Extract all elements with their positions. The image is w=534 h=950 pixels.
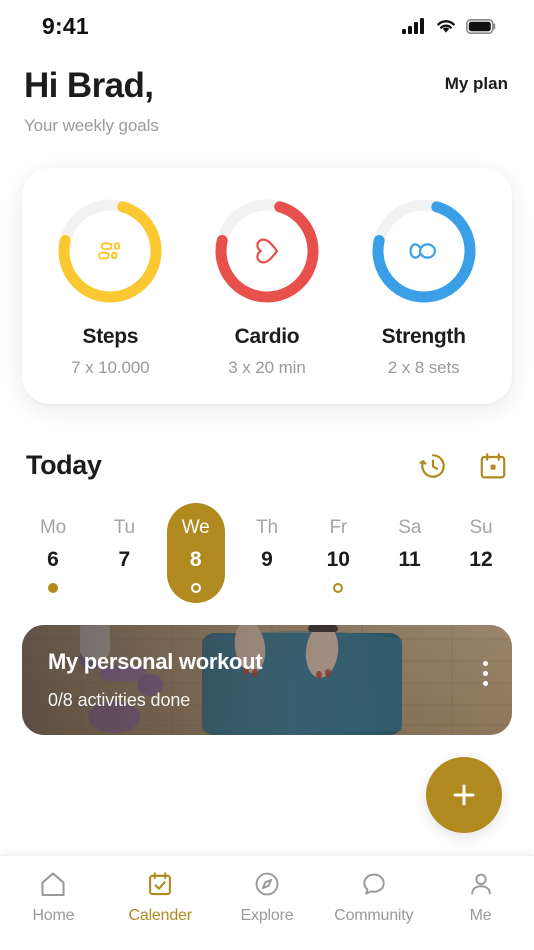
status-icons (402, 18, 496, 34)
goal-steps[interactable]: Steps 7 x 10.000 (35, 194, 185, 378)
footprints-icon (53, 194, 167, 308)
nav-item-me[interactable]: Me (431, 870, 531, 925)
goal-cardio[interactable]: Cardio 3 x 20 min (192, 194, 342, 378)
day-name: Su (469, 517, 493, 538)
day-name: Tu (113, 517, 135, 538)
history-icon[interactable] (418, 451, 448, 481)
day-cell-su[interactable]: Su 12 (452, 503, 510, 603)
nav-label: Me (469, 907, 492, 924)
nav-label: Home (32, 907, 75, 924)
calendar-icon[interactable] (478, 451, 508, 481)
day-number: 8 (189, 548, 202, 571)
day-marker-dot (476, 583, 486, 593)
kettlebell-icon (367, 194, 481, 308)
workout-title: My personal workout (48, 649, 263, 674)
day-cell-mo[interactable]: Mo 6 (24, 503, 82, 603)
person-icon (470, 873, 491, 895)
day-name: Th (256, 517, 278, 538)
goal-title: Cardio (234, 325, 300, 348)
goal-strength[interactable]: Strength 2 x 8 sets (349, 194, 499, 378)
heart-icon (210, 194, 324, 308)
nav-item-community[interactable]: Community (324, 870, 424, 925)
chat-bubble-icon (363, 873, 385, 895)
day-marker-dot (48, 583, 58, 593)
day-name: Mo (40, 517, 66, 538)
workout-text: My personal workout 0/8 activities done (48, 649, 263, 711)
calendar-check-icon (149, 872, 172, 896)
day-name: Sa (398, 517, 422, 538)
home-icon (41, 872, 65, 897)
day-cell-th[interactable]: Th 9 (238, 503, 296, 603)
status-bar: 9:41 (0, 0, 534, 52)
workout-card[interactable]: My personal workout 0/8 activities done (22, 625, 512, 735)
day-marker-dot (262, 583, 272, 593)
nav-label: Explore (240, 907, 294, 924)
goal-title: Steps (82, 325, 139, 348)
today-title: Today (26, 450, 102, 480)
weekly-goals-card: Steps 7 x 10.000 Cardio 3 x 20 min Stren… (22, 168, 512, 404)
week-date-strip: Mo 6 Tu 7 We 8 Th 9 Fr 10 Sa 11 Su 12 (0, 503, 534, 603)
nav-label: Calender (128, 907, 193, 924)
day-number: 7 (118, 548, 131, 571)
nav-item-explore[interactable]: Explore (217, 870, 317, 925)
today-section-header: Today (0, 450, 534, 481)
strength-progress-ring (367, 194, 481, 308)
battery-icon (466, 18, 496, 34)
page-subtitle: Your weekly goals (24, 116, 159, 135)
day-cell-fr[interactable]: Fr 10 (309, 503, 367, 603)
add-button[interactable] (426, 757, 502, 833)
cardio-progress-ring (210, 194, 324, 308)
day-number: 6 (47, 548, 59, 571)
my-plan-link[interactable]: My plan (445, 74, 508, 94)
workout-progress-text: 0/8 activities done (48, 690, 191, 710)
day-marker-dot (119, 583, 129, 593)
day-cell-tu[interactable]: Tu 7 (95, 503, 153, 603)
status-time: 9:41 (42, 12, 89, 39)
page-title: Hi Brad, (24, 66, 154, 105)
bottom-navigation: Home Calender Explore Community Me (0, 855, 534, 950)
header: Hi Brad, Your weekly goals My plan (0, 52, 534, 136)
goal-title: Strength (381, 325, 466, 348)
day-number: 11 (398, 548, 421, 571)
day-cell-sa[interactable]: Sa 11 (381, 503, 439, 603)
steps-progress-ring (53, 194, 167, 308)
compass-icon (255, 872, 279, 896)
day-marker-dot (333, 583, 344, 593)
day-number: 12 (469, 548, 493, 571)
nav-item-calender[interactable]: Calender (110, 870, 210, 925)
day-marker-dot (190, 583, 201, 593)
goal-subtitle: 2 x 8 sets (387, 358, 460, 377)
goal-subtitle: 3 x 20 min (228, 358, 306, 377)
nav-item-home[interactable]: Home (3, 870, 103, 925)
day-marker-dot (405, 583, 415, 593)
kebab-menu-icon[interactable] (483, 661, 488, 686)
today-actions (418, 451, 508, 481)
cellular-signal-icon (402, 18, 424, 34)
app-screen: 9:41 Hi Brad, Your weekly goals My plan … (0, 0, 534, 950)
day-name: We (181, 517, 210, 538)
goal-subtitle: 7 x 10.000 (71, 358, 150, 377)
plus-icon (453, 784, 475, 806)
nav-label: Community (334, 907, 414, 924)
day-number: 9 (261, 548, 273, 571)
day-cell-we[interactable]: We 8 (166, 503, 225, 603)
day-number: 10 (326, 548, 350, 571)
wifi-icon (437, 20, 455, 33)
day-name: Fr (329, 517, 348, 538)
